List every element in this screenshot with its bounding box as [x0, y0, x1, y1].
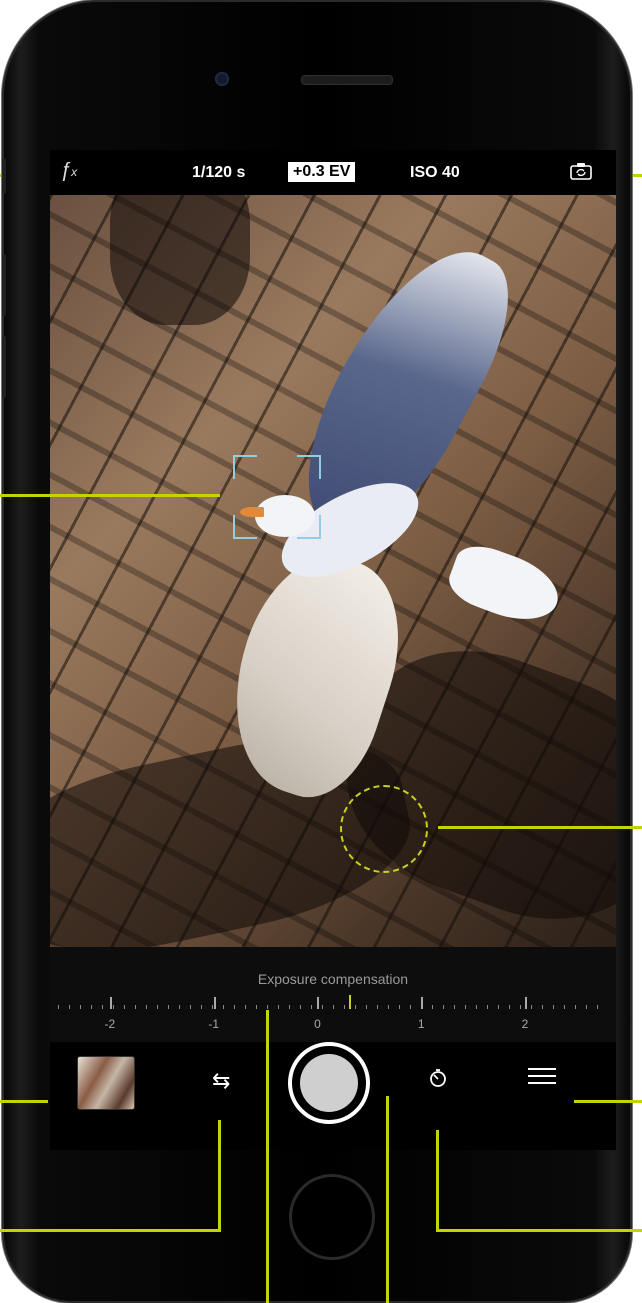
swap-arrows-icon[interactable]: ⇆ — [212, 1070, 230, 1092]
callout-shutter — [386, 1096, 389, 1303]
shutter-speed-readout[interactable]: 1/120 s — [192, 164, 245, 182]
callout-timer-h — [436, 1229, 642, 1232]
exposure-scale-major-tick — [421, 997, 424, 1009]
exposure-scale-label: -1 — [208, 1017, 219, 1031]
menu-icon[interactable] — [528, 1068, 556, 1086]
exposure-current-indicator[interactable] — [348, 995, 351, 1009]
exposure-scale-label: 0 — [314, 1017, 321, 1031]
callout-swap-h — [0, 1229, 221, 1232]
volume-down-button — [2, 336, 6, 398]
shutter-button-inner — [300, 1054, 358, 1112]
callout-menu — [574, 1100, 642, 1103]
shadow — [110, 195, 250, 325]
switch-camera-icon[interactable] — [570, 162, 592, 180]
exposure-scale-label: 1 — [417, 1017, 425, 1031]
bottom-controls: ⇆ — [50, 1042, 616, 1150]
focus-reticle[interactable] — [233, 455, 321, 539]
exposure-compensation-title: Exposure compensation — [257, 971, 409, 987]
exposure-scale-label: -2 — [104, 1017, 116, 1031]
exposure-reticle[interactable] — [340, 785, 428, 873]
exposure-scale-major-tick — [317, 997, 320, 1009]
exposure-scale-label: 2 — [521, 1017, 529, 1031]
camera-screen: ƒx 1/120 s +0.3 EV ISO 40 Exposure compe… — [50, 150, 616, 1150]
earpiece-speaker — [301, 75, 393, 85]
last-photo-thumbnail[interactable] — [77, 1056, 135, 1110]
exposure-scale-major-tick — [109, 997, 112, 1009]
home-button[interactable] — [289, 1174, 375, 1260]
viewfinder[interactable] — [50, 195, 616, 947]
callout-exposure-scale — [266, 1010, 269, 1303]
iso-readout[interactable]: ISO 40 — [410, 164, 460, 182]
callout-swap-v — [218, 1120, 221, 1232]
top-bar: ƒx 1/120 s +0.3 EV ISO 40 — [50, 150, 616, 195]
callout-exposure-reticle — [438, 826, 642, 829]
volume-up-button — [2, 254, 6, 316]
flash-auto-icon[interactable]: ƒx — [60, 159, 77, 182]
exposure-scale-major-tick — [524, 997, 527, 1009]
timer-icon[interactable] — [428, 1068, 448, 1088]
exposure-value-readout[interactable]: +0.3 EV — [288, 162, 356, 182]
shutter-button[interactable] — [288, 1042, 370, 1124]
exposure-scale-major-tick — [213, 997, 216, 1009]
front-camera — [215, 72, 229, 86]
exposure-compensation-panel: Exposure compensation -2 -1 0 1 2 — [50, 947, 616, 1042]
callout-timer-v — [436, 1130, 439, 1232]
callout-focus — [0, 494, 220, 497]
callout-thumbnail — [0, 1100, 48, 1103]
mute-switch — [2, 158, 6, 194]
phone-frame: ƒx 1/120 s +0.3 EV ISO 40 Exposure compe… — [2, 0, 632, 1303]
